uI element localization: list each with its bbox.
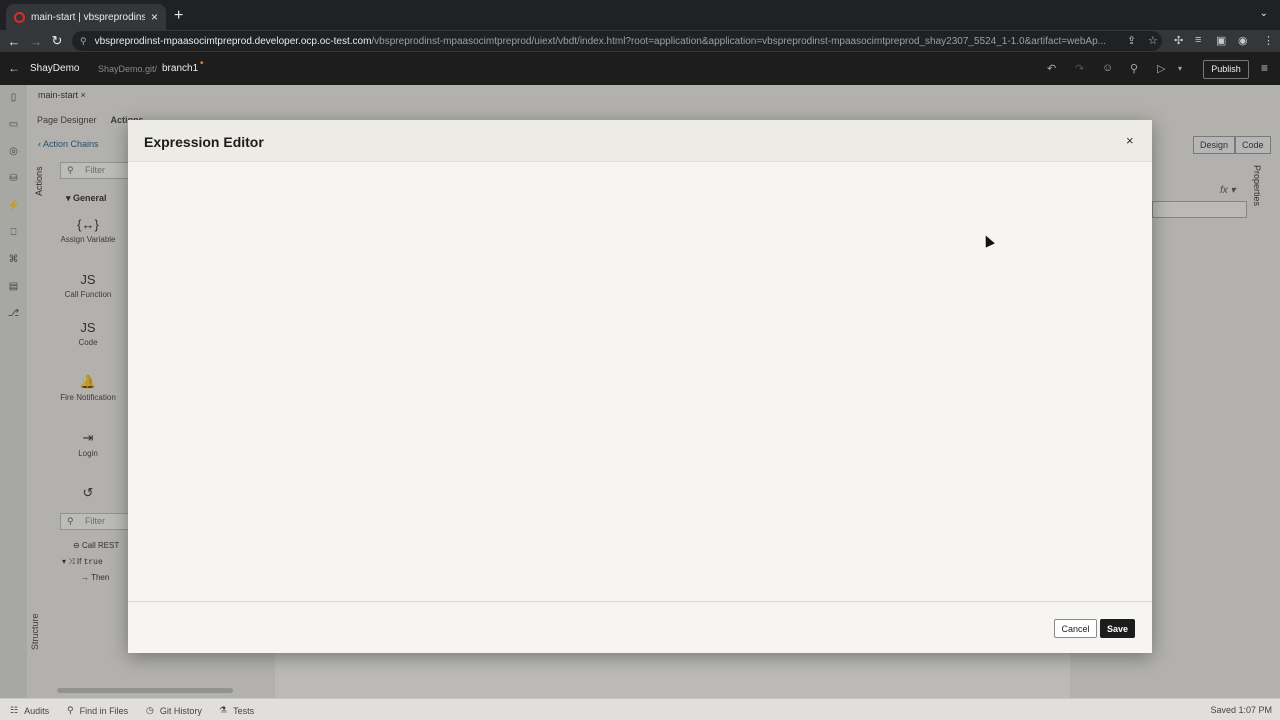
forward-arrow-icon[interactable]: → bbox=[25, 34, 47, 49]
address-bar[interactable]: ⚲ vbsprepro­dinst-mpaasocimtpreprod.deve… bbox=[72, 31, 1162, 51]
new-tab-button[interactable]: + bbox=[174, 7, 183, 25]
find-in-files-tab[interactable]: ⚲ Find in Files bbox=[67, 705, 128, 716]
run-dropdown-chevron-icon[interactable]: ▾ bbox=[1178, 64, 1182, 73]
close-icon[interactable]: × bbox=[1126, 133, 1134, 148]
browser-toolbar: ← → ↻ ⚲ vbsprepro­dinst-mpaasocimtprepro… bbox=[0, 30, 1280, 52]
feedback-smiley-icon[interactable]: ☺ bbox=[1102, 62, 1113, 74]
browser-tabbar: main-start | vbsprepro­dinst-m × + ⌄ bbox=[0, 0, 1280, 30]
run-play-icon[interactable]: ▷ bbox=[1157, 62, 1165, 75]
side-panel-icon[interactable]: ▣ bbox=[1216, 34, 1226, 47]
app-menu-icon[interactable]: ≡ bbox=[1261, 61, 1268, 75]
search-icon: ⚲ bbox=[67, 705, 74, 715]
url-host: vbsprepro­dinst-mpaasocimtpreprod.develo… bbox=[94, 35, 372, 47]
publish-button[interactable]: Publish bbox=[1203, 60, 1249, 79]
dialog-title: Expression Editor bbox=[144, 134, 264, 150]
audits-icon: ☷ bbox=[10, 705, 19, 715]
app-header: ← ShayDemo ShayDemo.git/ branch1 • ↶ ↷ ☺… bbox=[0, 52, 1280, 85]
share-icon[interactable]: ⇪ bbox=[1127, 34, 1136, 47]
tests-tab[interactable]: ⚗ Tests bbox=[219, 705, 254, 716]
modified-indicator: • bbox=[200, 58, 204, 69]
profile-avatar-icon[interactable]: ◉ bbox=[1238, 34, 1248, 47]
dialog-footer: Cancel Save bbox=[128, 601, 1152, 653]
search-icon[interactable]: ⚲ bbox=[1130, 62, 1138, 75]
cancel-button[interactable]: Cancel bbox=[1054, 619, 1097, 638]
git-repo-label: ShayDemo.git/ bbox=[98, 64, 158, 74]
browser-menu-icon[interactable]: ⋮ bbox=[1263, 34, 1274, 47]
back-arrow-icon[interactable]: ← bbox=[8, 61, 20, 75]
app-name[interactable]: ShayDemo bbox=[30, 63, 79, 74]
status-label: Tests bbox=[233, 705, 255, 716]
status-bar: ☷ Audits ⚲ Find in Files ◷ Git History ⚗ Tes… bbox=[0, 698, 1280, 720]
site-info-icon[interactable]: ⚲ bbox=[80, 36, 87, 47]
reading-list-icon[interactable]: ≡ bbox=[1195, 34, 1201, 46]
tab-close-icon[interactable]: × bbox=[151, 10, 158, 24]
tab-search-chevron-icon[interactable]: ⌄ bbox=[1260, 8, 1268, 19]
expression-editor-area[interactable] bbox=[128, 162, 1152, 601]
oracle-favicon-icon bbox=[14, 11, 25, 23]
saved-status: Saved 1:07 PM bbox=[1210, 705, 1272, 715]
expression-editor-dialog: Expression Editor × Cancel Save bbox=[128, 120, 1152, 653]
history-icon: ◷ bbox=[146, 705, 154, 715]
dialog-header: Expression Editor × bbox=[128, 120, 1152, 162]
redo-icon[interactable]: ↷ bbox=[1075, 62, 1084, 75]
status-label: Audits bbox=[24, 705, 50, 716]
git-history-tab[interactable]: ◷ Git History bbox=[146, 705, 202, 716]
save-button[interactable]: Save bbox=[1100, 619, 1135, 638]
status-label: Find in Files bbox=[79, 705, 129, 716]
status-label: Git History bbox=[159, 705, 202, 716]
reload-icon[interactable]: ↻ bbox=[46, 33, 68, 49]
tab-title: main-start | vbsprepro­dinst-m bbox=[31, 11, 145, 23]
back-arrow-icon[interactable]: ← bbox=[3, 34, 25, 49]
branch-name[interactable]: branch1 bbox=[162, 63, 198, 74]
bookmark-star-icon[interactable]: ☆ bbox=[1148, 34, 1158, 47]
extensions-puzzle-icon[interactable]: ✣ bbox=[1174, 34, 1183, 47]
audits-tab[interactable]: ☷ Audits bbox=[10, 705, 49, 716]
tests-icon: ⚗ bbox=[219, 705, 228, 715]
browser-tab-active[interactable]: main-start | vbsprepro­dinst-m × bbox=[6, 4, 166, 30]
url-path: /vbsprepro­dinst-mpaasocimtpreprod/uiext… bbox=[371, 35, 1107, 47]
undo-icon[interactable]: ↶ bbox=[1047, 62, 1056, 75]
